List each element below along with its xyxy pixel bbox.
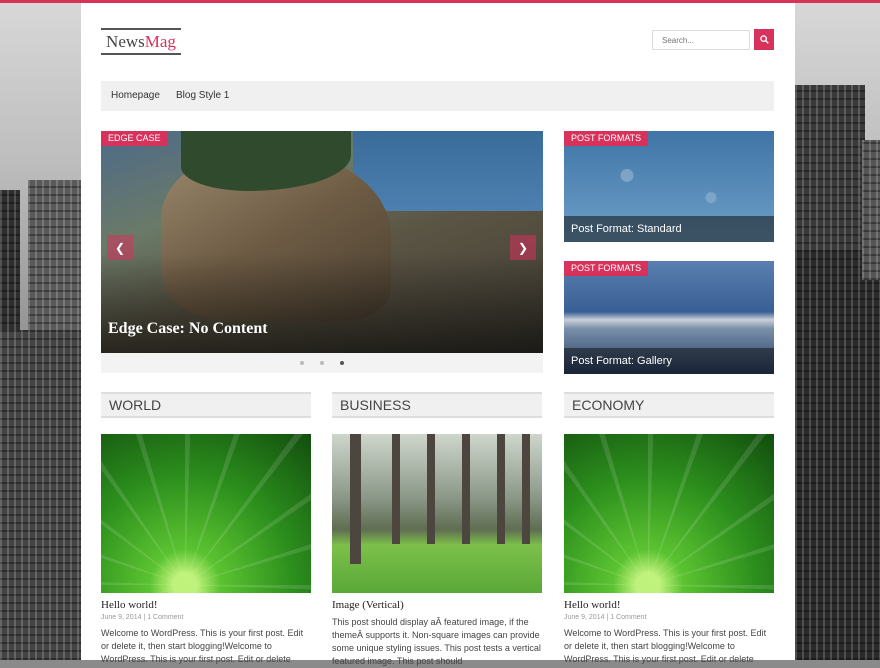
post-meta: June 9, 2014 | 1 Comment xyxy=(564,614,647,621)
page-container: NewsMag Homepage Blog Style 1 EDGE CASE … xyxy=(81,3,795,666)
tree-trunk xyxy=(497,434,505,544)
tree-trunk xyxy=(350,434,361,564)
side-post-standard[interactable]: POST FORMATS Post Format: Standard xyxy=(564,131,774,242)
post-meta: June 9, 2014 | 1 Comment xyxy=(101,614,184,621)
search-icon xyxy=(759,35,769,44)
post-excerpt: Welcome to WordPress. This is your first… xyxy=(101,628,304,664)
featured-slider[interactable]: EDGE CASE Edge Case: No Content ❮ ❯ xyxy=(101,131,543,353)
side-post-title[interactable]: Post Format: Standard xyxy=(564,216,774,242)
slider-pagination xyxy=(101,353,543,373)
search-input[interactable] xyxy=(652,30,750,50)
nav-item-blog-style-1[interactable]: Blog Style 1 xyxy=(176,81,229,111)
post-comments[interactable]: 1 Comment xyxy=(610,614,646,621)
side-post-category-label[interactable]: POST FORMATS xyxy=(564,131,649,146)
tree-trunk xyxy=(522,434,530,544)
post-date[interactable]: June 9, 2014 xyxy=(564,614,604,621)
post-thumbnail[interactable] xyxy=(564,434,774,593)
site-logo[interactable]: NewsMag xyxy=(101,28,181,55)
search-button[interactable] xyxy=(754,29,774,50)
slider-next-button[interactable]: ❯ xyxy=(510,235,536,260)
post-title[interactable]: Hello world! xyxy=(101,599,158,611)
tree-trunk xyxy=(392,434,400,544)
accent-top-bar xyxy=(0,0,880,3)
slide-category-label[interactable]: EDGE CASE xyxy=(101,131,168,146)
slider-dot-3[interactable] xyxy=(340,361,344,365)
category-heading-business[interactable]: BUSINESS xyxy=(332,392,542,418)
post-title[interactable]: Hello world! xyxy=(564,599,621,611)
nav-item-homepage[interactable]: Homepage xyxy=(111,81,160,111)
post-excerpt: Welcome to WordPress. This is your first… xyxy=(564,628,767,664)
logo-text-part2: Mag xyxy=(144,32,176,51)
slider-dot-1[interactable] xyxy=(300,361,304,365)
slide-title[interactable]: Edge Case: No Content xyxy=(108,320,268,338)
building xyxy=(795,250,880,660)
post-thumbnail[interactable] xyxy=(332,434,542,593)
post-title[interactable]: Image (Vertical) xyxy=(332,599,404,611)
building xyxy=(862,140,880,280)
main-navigation: Homepage Blog Style 1 xyxy=(101,81,774,111)
slider-dot-2[interactable] xyxy=(320,361,324,365)
category-heading-economy[interactable]: ECONOMY xyxy=(564,392,774,418)
tree-trunk xyxy=(427,434,435,544)
side-post-gallery[interactable]: POST FORMATS Post Format: Gallery xyxy=(564,261,774,374)
post-date[interactable]: June 9, 2014 xyxy=(101,614,141,621)
slider-prev-button[interactable]: ❮ xyxy=(107,235,133,260)
tree-trunk xyxy=(462,434,470,544)
side-post-title[interactable]: Post Format: Gallery xyxy=(564,348,774,374)
post-thumbnail[interactable] xyxy=(101,434,311,593)
chevron-right-icon: ❯ xyxy=(517,240,529,255)
side-post-category-label[interactable]: POST FORMATS xyxy=(564,261,649,276)
category-heading-world[interactable]: WORLD xyxy=(101,392,311,418)
post-comments[interactable]: 1 Comment xyxy=(147,614,183,621)
post-excerpt: This post should display aÂ featured ima… xyxy=(332,617,541,666)
chevron-left-icon: ❮ xyxy=(114,240,126,255)
logo-text-part1: News xyxy=(106,32,145,51)
building xyxy=(0,330,81,660)
